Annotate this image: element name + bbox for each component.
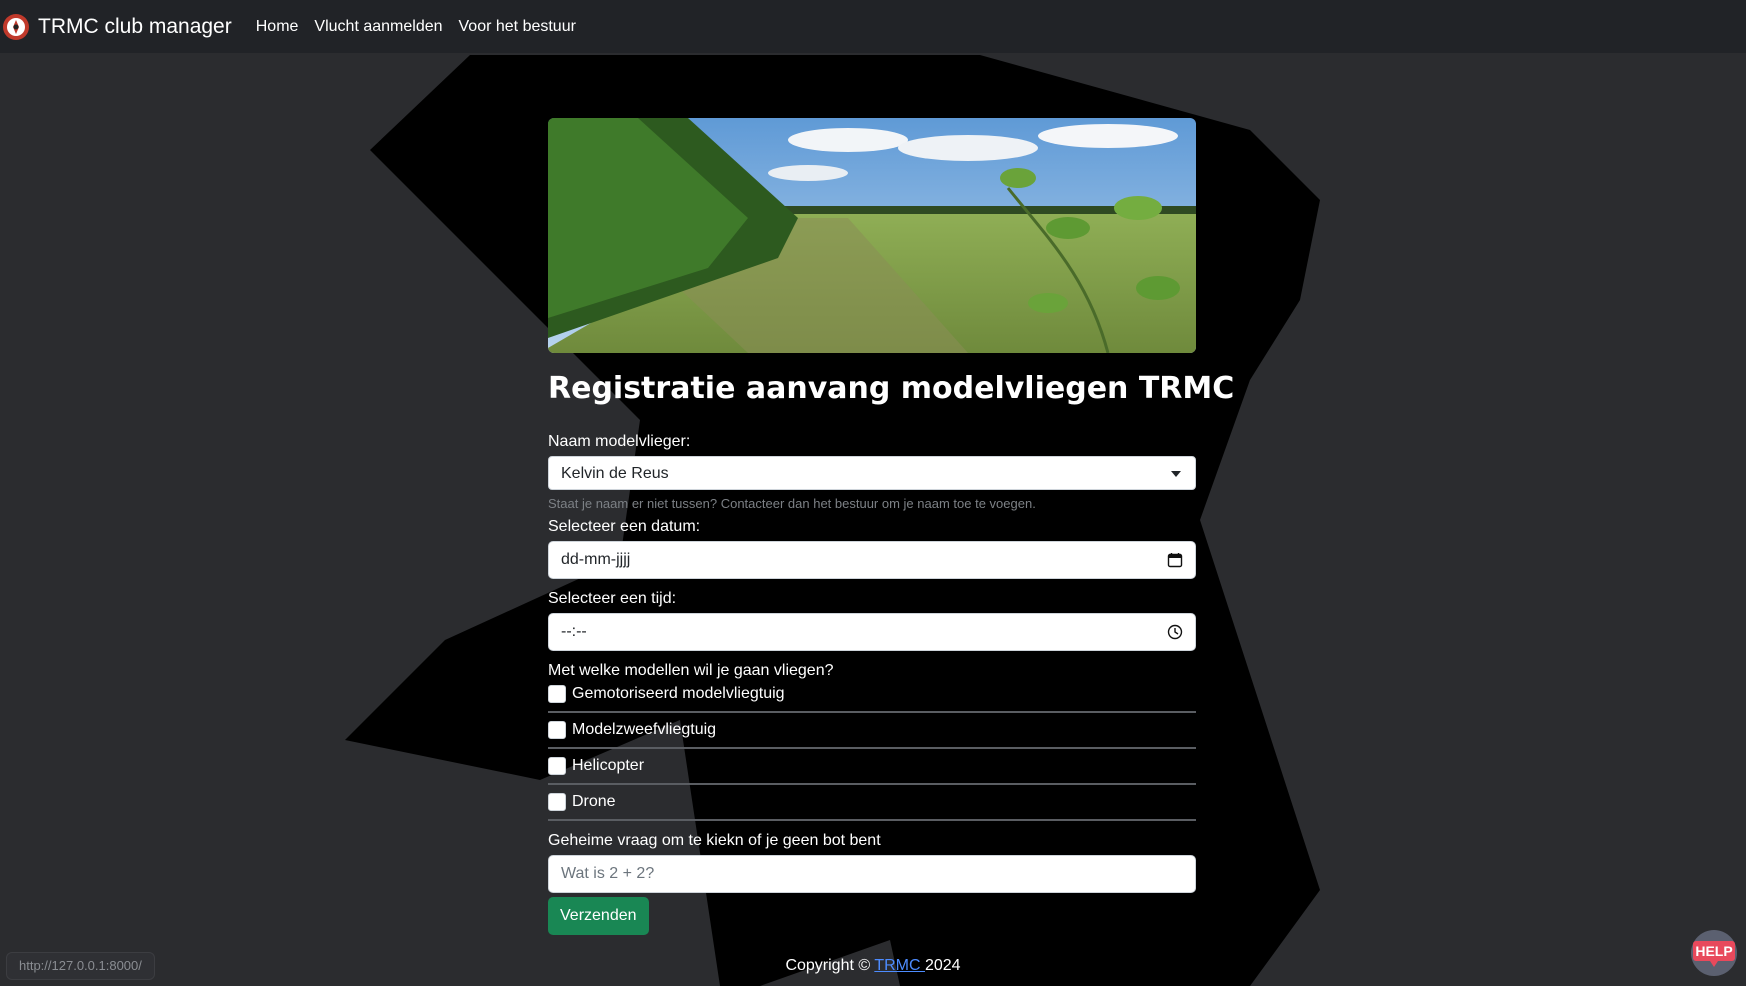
captcha-input[interactable]: Wat is 2 + 2? — [548, 855, 1196, 893]
date-input[interactable]: dd-mm-jjjj — [548, 541, 1196, 579]
help-widget-button[interactable]: HELP — [1690, 929, 1738, 977]
footer: Copyright © TRMC 2024 — [0, 957, 1746, 975]
chevron-down-icon — [1171, 471, 1181, 477]
name-help-text: Staat je naam er niet tussen? Contacteer… — [548, 496, 1036, 511]
pilot-name-select[interactable]: Kelvin de Reus — [548, 456, 1196, 490]
time-placeholder: --:-- — [561, 623, 587, 640]
models-label: Met welke modellen wil je gaan vliegen? — [548, 662, 834, 679]
footer-trmc-link[interactable]: TRMC — [874, 957, 925, 974]
model-option-label: Drone — [572, 793, 616, 810]
name-label: Naam modelvlieger: — [548, 433, 691, 450]
help-badge-label: HELP — [1695, 943, 1732, 959]
model-option-drone: Drone — [548, 785, 1196, 821]
clock-icon[interactable] — [1167, 624, 1183, 640]
captcha-placeholder: Wat is 2 + 2? — [561, 865, 655, 882]
time-input[interactable]: --:-- — [548, 613, 1196, 651]
hero-field-image — [548, 118, 1196, 353]
model-option-label: Modelzweefvliegtuig — [572, 721, 717, 738]
checkbox-glider[interactable] — [548, 721, 566, 739]
submit-button[interactable]: Verzenden — [548, 897, 649, 935]
pilot-name-value: Kelvin de Reus — [561, 465, 669, 482]
nav-link-board[interactable]: Voor het bestuur — [459, 18, 576, 36]
captcha-label: Geheime vraag om te kiekn of je geen bot… — [548, 832, 881, 849]
time-label: Selecteer een tijd: — [548, 590, 677, 607]
model-option-helicopter: Helicopter — [548, 749, 1196, 785]
nav-links: Home Vlucht aanmelden Voor het bestuur — [256, 18, 592, 36]
brand-link[interactable]: TRMC club manager — [2, 13, 232, 41]
checkbox-helicopter[interactable] — [548, 757, 566, 775]
registration-form: Registratie aanvang modelvliegen TRMC Na… — [548, 118, 1235, 935]
calendar-icon[interactable] — [1167, 552, 1183, 568]
status-bar-url: http://127.0.0.1:8000/ — [6, 952, 155, 980]
brand-title: TRMC club manager — [38, 14, 232, 38]
nav-link-home[interactable]: Home — [256, 18, 299, 36]
checkbox-drone[interactable] — [548, 793, 566, 811]
model-option-label: Gemotoriseerd modelvliegtuig — [572, 685, 785, 702]
footer-year: 2024 — [924, 957, 961, 974]
page-title: Registratie aanvang modelvliegen TRMC — [548, 371, 1235, 406]
checkbox-motorized[interactable] — [548, 685, 566, 703]
top-navbar: TRMC club manager Home Vlucht aanmelden … — [0, 0, 1746, 53]
model-option-motorized: Gemotoriseerd modelvliegtuig — [548, 685, 1196, 713]
nav-link-flight-registration[interactable]: Vlucht aanmelden — [314, 18, 442, 36]
footer-copyright: Copyright © — [785, 957, 875, 974]
date-placeholder: dd-mm-jjjj — [561, 551, 631, 568]
model-option-glider: Modelzweefvliegtuig — [548, 713, 1196, 749]
model-option-label: Helicopter — [572, 757, 645, 774]
club-logo-icon — [3, 13, 29, 40]
date-label: Selecteer een datum: — [548, 518, 701, 535]
